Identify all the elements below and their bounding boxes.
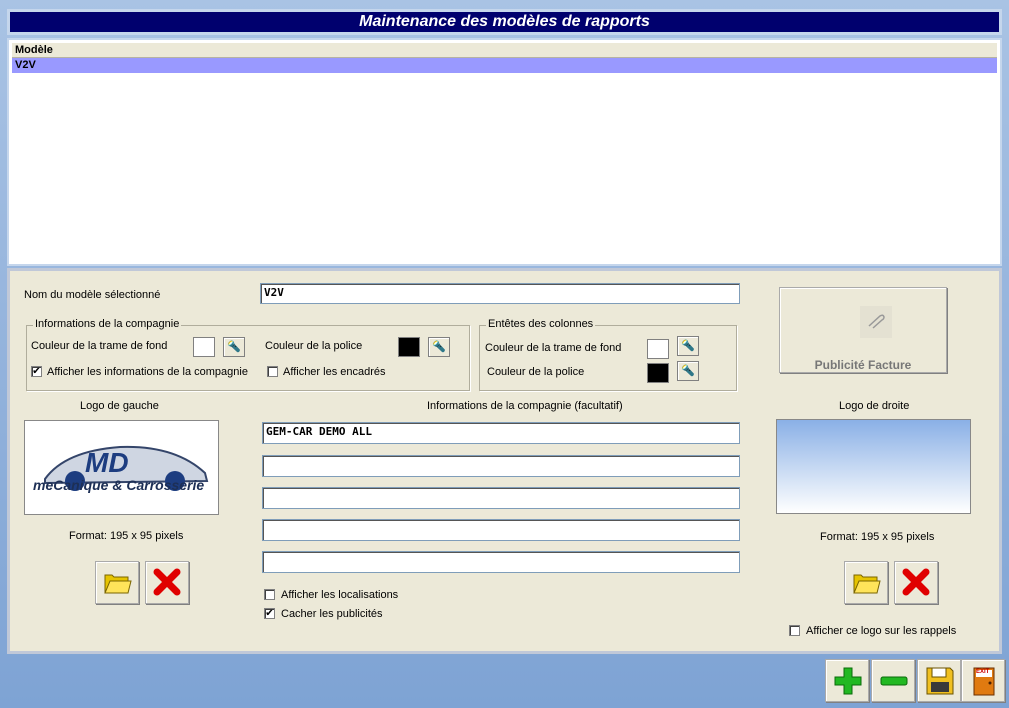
company-font-color-swatch [398, 337, 420, 357]
left-logo-mark: MD [85, 447, 129, 478]
minus-icon [880, 676, 908, 686]
model-name-label: Nom du modèle sélectionné [24, 289, 161, 301]
plus-icon [834, 667, 862, 695]
columns-font-color-label: Couleur de la police [487, 366, 585, 378]
save-button[interactable] [917, 659, 961, 702]
advertisement-invoice-label: Publicité Facture [814, 358, 912, 372]
columns-font-color-picker[interactable]: 🔦 [677, 361, 699, 381]
company-bg-color-swatch [193, 337, 215, 357]
title-bar: Maintenance des modèles de rapports [7, 9, 1002, 35]
company-info-group: Informations de la compagnie Couleur de … [26, 318, 470, 391]
show-company-info-checkbox[interactable]: ✔ [31, 366, 42, 377]
company-info-line-2[interactable] [262, 455, 740, 477]
delete-x-icon [153, 568, 181, 596]
list-column-header[interactable]: Modèle [12, 43, 997, 58]
company-info-line-3[interactable] [262, 487, 740, 509]
model-list[interactable]: Modèle V2V [7, 38, 1002, 266]
company-info-line-1[interactable]: GEM-CAR DEMO ALL [262, 422, 740, 444]
exit-button[interactable]: EXIT [961, 659, 1005, 702]
left-logo-text: meCanique & Carrosserie [33, 477, 205, 493]
show-logo-on-reminders-label: Afficher ce logo sur les rappels [806, 625, 957, 637]
list-row-selected[interactable]: V2V [12, 58, 997, 73]
columns-bg-color-picker[interactable]: 🔦 [677, 336, 699, 356]
paperclip-icon [860, 306, 892, 338]
window-title: Maintenance des modèles de rapports [10, 12, 999, 32]
company-bg-color-label: Couleur de la trame de fond [31, 340, 168, 352]
floppy-icon [926, 667, 954, 695]
show-locations-checkbox[interactable] [264, 589, 275, 600]
open-folder-icon [104, 574, 132, 594]
company-info-line-5[interactable] [262, 551, 740, 573]
columns-group-title: Entêtes des colonnes [486, 318, 596, 330]
show-locations-label: Afficher les localisations [281, 589, 399, 601]
left-logo-image[interactable]: MD meCanique & Carrosserie [24, 420, 219, 515]
color-picker-icon: 🔦 [681, 340, 695, 352]
open-folder-icon [853, 574, 881, 594]
show-frames-label: Afficher les encadrés [283, 366, 386, 378]
company-bg-color-picker[interactable]: 🔦 [223, 337, 245, 357]
columns-bg-color-label: Couleur de la trame de fond [485, 342, 622, 354]
form-panel: Nom du modèle sélectionné V2V Informatio… [7, 268, 1002, 654]
right-logo-image[interactable] [776, 419, 971, 514]
exit-label: EXIT [976, 669, 990, 675]
hide-ads-label: Cacher les publicités [281, 608, 383, 620]
remove-button[interactable] [871, 659, 915, 702]
delete-x-icon [902, 568, 930, 596]
right-logo-open-button[interactable] [844, 561, 888, 604]
columns-bg-color-swatch [647, 339, 669, 359]
company-info-title: Informations de la compagnie (facultatif… [427, 400, 623, 412]
left-logo-open-button[interactable] [95, 561, 139, 604]
right-logo-delete-button[interactable] [894, 561, 938, 604]
right-logo-title: Logo de droite [839, 400, 910, 412]
advertisement-invoice-button[interactable]: Publicité Facture [779, 287, 947, 373]
hide-ads-checkbox[interactable]: ✔ [264, 608, 275, 619]
color-picker-icon: 🔦 [432, 341, 446, 353]
model-name-input[interactable]: V2V [260, 283, 740, 304]
show-frames-checkbox[interactable] [267, 366, 278, 377]
column-headers-group: Entêtes des colonnes Couleur de la trame… [479, 318, 737, 391]
right-logo-format: Format: 195 x 95 pixels [820, 531, 935, 543]
left-logo-format: Format: 195 x 95 pixels [69, 530, 184, 542]
show-logo-on-reminders-checkbox[interactable] [789, 625, 800, 636]
company-font-color-picker[interactable]: 🔦 [428, 337, 450, 357]
color-picker-icon: 🔦 [227, 341, 241, 353]
color-picker-icon: 🔦 [681, 365, 695, 377]
add-button[interactable] [825, 659, 869, 702]
left-logo-delete-button[interactable] [145, 561, 189, 604]
show-company-info-label: Afficher les informations de la compagni… [47, 366, 248, 378]
left-logo-title: Logo de gauche [80, 400, 159, 412]
company-info-line-4[interactable] [262, 519, 740, 541]
company-font-color-label: Couleur de la police [265, 340, 363, 352]
company-group-title: Informations de la compagnie [33, 318, 182, 330]
columns-font-color-swatch [647, 363, 669, 383]
